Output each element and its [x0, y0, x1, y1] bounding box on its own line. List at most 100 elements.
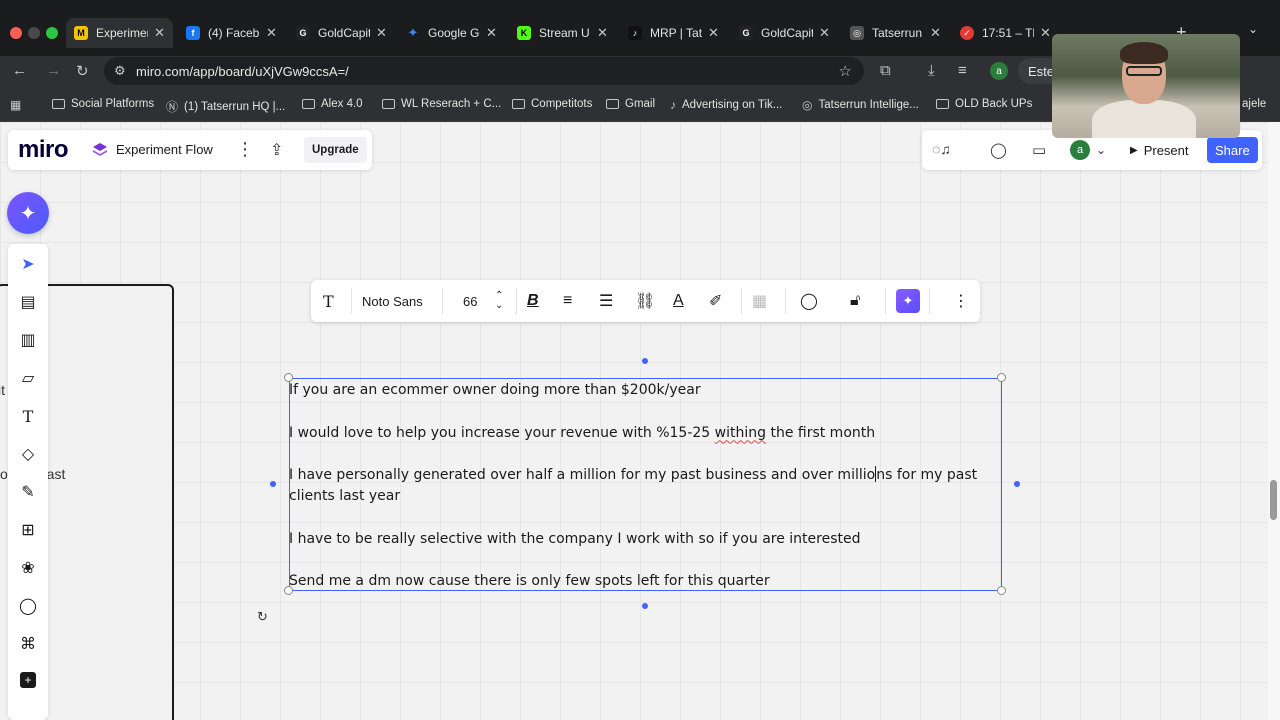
close-tab-icon[interactable]: ✕	[1040, 25, 1051, 41]
bookmark-item[interactable]: Competitots	[512, 98, 592, 110]
tab-title: Stream U	[539, 26, 590, 40]
browser-tab[interactable]: f (4) Faceb ✕	[186, 20, 277, 46]
vertical-scrollbar[interactable]	[1268, 122, 1280, 720]
close-tab-icon[interactable]: ✕	[486, 25, 497, 41]
browser-tab[interactable]: ◎ Tatserrun ✕	[850, 20, 941, 46]
bookmark-star-icon[interactable]: ☆	[839, 62, 852, 80]
bookmark-item[interactable]: ♪ Advertising on Tik...	[670, 98, 782, 112]
board-canvas[interactable]: it or my past miro Experiment Flow ⋮ ⇪ U…	[0, 122, 1268, 720]
site-info-icon[interactable]: ⚙	[114, 63, 126, 79]
rotate-icon[interactable]: ↻	[257, 609, 268, 625]
connector-handle[interactable]	[270, 481, 276, 487]
goldcapital-favicon-icon: G	[739, 26, 753, 40]
folder-icon	[936, 99, 949, 109]
close-tab-icon[interactable]: ✕	[376, 25, 387, 41]
browser-tab[interactable]: M Experimen ✕	[66, 18, 173, 48]
address-bar[interactable]: ⚙ miro.com/app/board/uXjVGw9ccsA=/ ☆	[104, 57, 864, 85]
browser-tab[interactable]: ✓ 17:51 – Th ✕	[960, 20, 1051, 46]
facebook-favicon-icon: f	[186, 26, 200, 40]
close-tab-icon[interactable]: ✕	[819, 25, 830, 41]
media-queue-icon[interactable]: ≡	[958, 62, 967, 79]
webcam-person	[1120, 42, 1168, 64]
bookmark-item[interactable]: Alex 4.0	[302, 98, 363, 110]
font-size-stepper[interactable]: ⌃ ⌄	[495, 280, 503, 322]
maximize-window-button[interactable]	[46, 27, 58, 39]
bookmark-item[interactable]: Ⓝ (1) Tatserrun HQ |...	[166, 98, 285, 115]
shapes-icon[interactable]: ◇	[18, 444, 38, 464]
close-tab-icon[interactable]: ✕	[597, 25, 608, 41]
frame-icon[interactable]: ⊞	[18, 520, 38, 540]
extensions-puzzle-icon[interactable]: ⧉	[880, 62, 891, 79]
text-tool-icon[interactable]: T	[18, 406, 38, 426]
more-options-icon[interactable]: ⋮	[953, 280, 969, 322]
close-tab-icon[interactable]: ✕	[154, 25, 165, 41]
reload-icon[interactable]: ↻	[76, 62, 89, 80]
fill-color-icon[interactable]: ▦	[752, 280, 767, 322]
text-style-icon[interactable]: T	[323, 280, 334, 322]
text-block[interactable]: If you are an ecommer owner doing more t…	[289, 380, 1009, 592]
connector-handle[interactable]	[1014, 481, 1020, 487]
apps-icon[interactable]: ⌘	[18, 634, 38, 654]
browser-tab[interactable]: G GoldCapit ✕	[739, 20, 830, 46]
comments-icon[interactable]: ◯	[990, 141, 1007, 159]
templates-icon[interactable]: ▤	[18, 292, 38, 312]
pen-icon[interactable]: ✎	[18, 482, 38, 502]
browser-tab[interactable]: ✦ Google Ge ✕	[406, 20, 497, 46]
globe-icon: ◎	[802, 98, 813, 112]
close-tab-icon[interactable]: ✕	[266, 25, 277, 41]
text-color-icon[interactable]: A	[673, 280, 684, 322]
present-button[interactable]: ▶ Present	[1122, 138, 1197, 162]
align-left-icon[interactable]: ≡	[563, 280, 572, 322]
ai-assistant-button[interactable]: ✦	[7, 192, 49, 234]
frame-layout-icon[interactable]: ▥	[18, 330, 38, 350]
bookmark-label: (1) Tatserrun HQ |...	[184, 100, 286, 113]
video-call-icon[interactable]: ▭	[1032, 141, 1046, 159]
browser-tab[interactable]: G GoldCapit ✕	[296, 20, 387, 46]
board-menu-icon[interactable]: ⋮	[236, 139, 254, 160]
bookmark-overflow[interactable]: ajele	[1242, 98, 1266, 110]
comment-icon[interactable]: ◯	[800, 280, 818, 322]
comment-icon[interactable]: ◯	[18, 596, 38, 616]
board-name[interactable]: Experiment Flow	[116, 142, 213, 157]
bookmark-item[interactable]: Social Platforms	[52, 98, 154, 110]
reactions-icon[interactable]: ◌♫	[932, 141, 951, 157]
palette-icon[interactable]: ❀	[18, 558, 38, 578]
export-icon[interactable]: ⇪	[270, 140, 283, 160]
close-tab-icon[interactable]: ✕	[708, 25, 719, 41]
sticky-note-icon[interactable]: ▱	[18, 368, 38, 388]
add-more-icon[interactable]: +	[20, 672, 36, 688]
connector-handle[interactable]	[642, 358, 648, 364]
bookmark-item[interactable]: OLD Back UPs	[936, 98, 1032, 110]
ai-sparkle-icon[interactable]: ✦	[896, 289, 920, 313]
apps-grid-icon[interactable]: ▦	[10, 98, 27, 112]
browser-tab[interactable]: ♪ MRP | Tat ✕	[628, 20, 719, 46]
connector-handle[interactable]	[642, 603, 648, 609]
browser-tab[interactable]: K Stream U ✕	[517, 20, 608, 46]
close-window-button[interactable]	[10, 27, 22, 39]
bullet-list-icon[interactable]: ☰	[599, 280, 613, 322]
font-size-field[interactable]: 66	[463, 280, 477, 322]
miro-logo[interactable]: miro	[18, 136, 69, 164]
chevron-down-icon[interactable]: ⌄	[1096, 143, 1106, 157]
close-tab-icon[interactable]: ✕	[930, 25, 941, 41]
font-family-select[interactable]: Noto Sans	[362, 280, 423, 322]
share-button[interactable]: Share	[1207, 137, 1258, 163]
minimize-window-button[interactable]	[28, 27, 40, 39]
back-arrow-icon[interactable]: ←	[12, 62, 27, 79]
download-icon[interactable]: ⤓	[928, 62, 935, 79]
forward-arrow-icon[interactable]: →	[46, 62, 61, 79]
bookmark-item[interactable]: ◎ Tatserrun Intellige...	[802, 98, 919, 112]
highlight-pen-icon[interactable]: ✐	[709, 280, 722, 322]
upgrade-button[interactable]: Upgrade	[304, 137, 367, 163]
tab-search-chevron-icon[interactable]: ⌄	[1248, 22, 1258, 36]
profile-avatar[interactable]: a	[990, 62, 1008, 80]
link-icon[interactable]: ⛓	[635, 280, 655, 322]
bold-icon[interactable]: B	[527, 280, 539, 322]
text-run: I would love to help you increase your r…	[289, 424, 715, 441]
bookmark-item[interactable]: Gmail	[606, 98, 655, 110]
bookmark-item[interactable]: WL Reserach + C...	[382, 98, 501, 110]
scrollbar-thumb[interactable]	[1270, 480, 1277, 520]
select-cursor-icon[interactable]: ➤	[18, 254, 38, 274]
avatar[interactable]: a	[1070, 140, 1090, 160]
lock-icon[interactable]: 🔓︎	[850, 280, 860, 322]
